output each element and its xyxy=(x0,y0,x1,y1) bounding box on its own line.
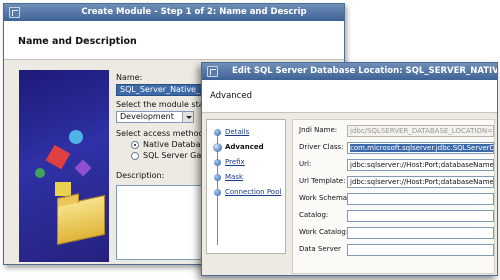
nav-item-label[interactable]: Mask xyxy=(225,173,243,181)
prop-row-url: Url: jdbc:sqlserver://Host:Port;database… xyxy=(293,159,494,171)
driver-class-value: com.microsoft.sqlserver.jdbc.SQLServerDr… xyxy=(350,144,493,152)
nav-item-label[interactable]: Details xyxy=(225,128,249,136)
status-select-value: Development xyxy=(120,112,174,121)
nav-dot-icon xyxy=(214,158,221,166)
nav-item-label[interactable]: Connection Pool xyxy=(225,188,281,196)
edit-location-title: Edit SQL Server Database Location: SQL_S… xyxy=(232,66,497,76)
nav-item-advanced[interactable]: Advanced xyxy=(207,141,285,153)
url-field[interactable]: jdbc:sqlserver://Host:Port;databaseName=… xyxy=(347,159,494,171)
prop-label: Url Template: xyxy=(299,177,346,185)
driver-class-field[interactable]: com.microsoft.sqlserver.jdbc.SQLServerDr… xyxy=(347,142,494,154)
advanced-properties-panel: Jndi Name: jdbc/SQLSERVER_DATABASE_LOCAT… xyxy=(292,119,495,274)
radio-checked-icon[interactable] xyxy=(131,140,139,149)
radio-sql-server-gateway[interactable]: SQL Server Gate xyxy=(131,151,209,160)
jndi-name-field: jdbc/SQLSERVER_DATABASE_LOCATION=MSS xyxy=(347,125,494,137)
description-textarea[interactable] xyxy=(116,185,211,260)
prop-row-catalog: Catalog: xyxy=(293,210,494,222)
description-label: Description: xyxy=(116,171,165,180)
nav-item-prefix[interactable]: Prefix xyxy=(207,156,285,168)
url-template-field[interactable]: jdbc:sqlserver://Host:Port;databaseName=… xyxy=(347,176,494,188)
prop-label: Jndi Name: xyxy=(299,126,338,134)
page-title: Name and Description xyxy=(18,36,137,47)
prop-label: Work Catalog: xyxy=(299,228,349,236)
edit-location-titlebar[interactable]: Edit SQL Server Database Location: SQL_S… xyxy=(202,63,497,80)
section-header: Advanced xyxy=(202,80,497,113)
window-menu-icon[interactable] xyxy=(207,66,218,77)
prop-row-data-server: Data Server xyxy=(293,244,494,256)
radio-sql-server-gateway-label: SQL Server Gate xyxy=(143,151,210,160)
prop-label: Url: xyxy=(299,160,312,168)
work-catalog-field[interactable] xyxy=(347,227,494,239)
catalog-field[interactable] xyxy=(347,210,494,222)
prop-row-driver-class: Driver Class: com.microsoft.sqlserver.jd… xyxy=(293,142,494,154)
page-header: Name and Description xyxy=(4,21,344,60)
work-schema-field[interactable] xyxy=(347,193,494,205)
name-input[interactable]: SQL_Server_Native_1 xyxy=(116,84,211,96)
section-title: Advanced xyxy=(210,91,252,101)
prop-label: Driver Class: xyxy=(299,143,344,151)
chevron-down-icon[interactable] xyxy=(182,112,193,122)
nav-item-mask[interactable]: Mask xyxy=(207,171,285,183)
prop-label: Data Server xyxy=(299,245,341,253)
data-server-field[interactable] xyxy=(347,244,494,256)
access-method-label: Select access method: xyxy=(116,129,207,138)
window-menu-icon[interactable] xyxy=(9,7,20,18)
status-select[interactable]: Development xyxy=(116,111,194,123)
prop-row-jndi-name: Jndi Name: jdbc/SQLSERVER_DATABASE_LOCAT… xyxy=(293,125,494,137)
nav-dot-icon xyxy=(214,188,221,196)
diamond-shape xyxy=(74,159,92,177)
prop-label: Work Schema xyxy=(299,194,348,202)
edit-location-dialog: Edit SQL Server Database Location: SQL_S… xyxy=(201,62,498,276)
wizard-illustration xyxy=(19,70,109,262)
prop-row-url-template: Url Template: jdbc:sqlserver://Host:Port… xyxy=(293,176,494,188)
nav-item-label[interactable]: Prefix xyxy=(225,158,245,166)
nav-dot-icon xyxy=(214,173,221,181)
nav-dot-icon xyxy=(214,128,221,136)
navigation-panel: Details Advanced Prefix Mask Connection … xyxy=(206,119,286,254)
folder-icon xyxy=(57,194,105,246)
create-module-title: Create Module - Step 1 of 2: Name and De… xyxy=(81,7,307,17)
block-shape xyxy=(55,182,71,196)
name-label: Name: xyxy=(116,73,143,82)
nav-item-details[interactable]: Details xyxy=(207,126,285,138)
radio-unchecked-icon[interactable] xyxy=(131,151,139,160)
nav-item-connection-pool[interactable]: Connection Pool xyxy=(207,186,285,198)
prop-label: Catalog: xyxy=(299,211,329,219)
cube-shape xyxy=(45,144,71,170)
prop-row-work-schema: Work Schema xyxy=(293,193,494,205)
prop-row-work-catalog: Work Catalog: xyxy=(293,227,494,239)
nav-dot-current-icon xyxy=(213,142,222,152)
ball-shape xyxy=(35,168,45,178)
create-module-titlebar[interactable]: Create Module - Step 1 of 2: Name and De… xyxy=(4,4,344,21)
nav-item-label[interactable]: Advanced xyxy=(225,143,264,151)
sphere-shape xyxy=(69,130,83,144)
